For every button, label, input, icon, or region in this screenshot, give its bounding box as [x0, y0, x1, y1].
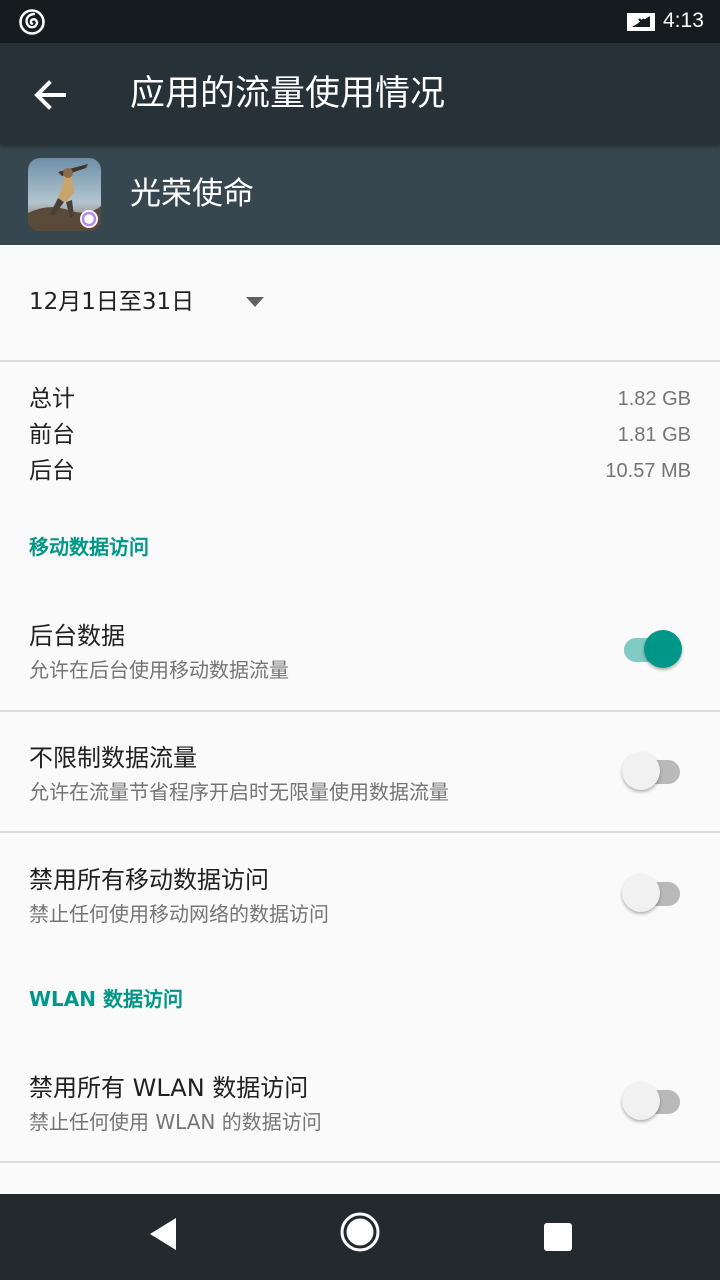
divider: [0, 360, 720, 362]
pref-disable-wlan-data[interactable]: 禁用所有 WLAN 数据访问 禁止任何使用 WLAN 的数据访问: [0, 1070, 720, 1180]
disable-wlan-data-switch[interactable]: [622, 1080, 684, 1122]
pref-summary: 禁止任何使用移动网络的数据访问: [29, 902, 329, 926]
netease-music-icon: [19, 9, 45, 35]
summary-label: 后台: [29, 458, 75, 484]
status-bar: 4:13: [0, 0, 720, 43]
arrow-back-icon[interactable]: [26, 71, 74, 119]
summary-value: 1.81 GB: [617, 424, 691, 446]
section-header-mobile: 移动数据访问: [29, 535, 149, 559]
summary-label: 总计: [29, 386, 75, 412]
divider: [0, 1161, 720, 1163]
switch-thumb: [622, 752, 660, 790]
pref-title: 禁用所有 WLAN 数据访问: [29, 1074, 309, 1102]
summary-row-foreground: 前台 1.81 GB: [0, 418, 720, 454]
app-header: 光荣使命: [0, 145, 720, 245]
toolbar: 应用的流量使用情况: [0, 43, 720, 145]
pref-summary: 允许在后台使用移动数据流量: [29, 658, 289, 682]
summary-row-total: 总计 1.82 GB: [0, 382, 720, 418]
pref-title: 后台数据: [29, 622, 125, 650]
unrestricted-data-switch[interactable]: [622, 750, 684, 792]
pref-title: 禁用所有移动数据访问: [29, 866, 269, 894]
pref-disable-mobile-data[interactable]: 禁用所有移动数据访问 禁止任何使用移动网络的数据访问: [0, 862, 720, 972]
summary-value: 1.82 GB: [617, 388, 691, 410]
pref-summary: 允许在流量节省程序开启时无限量使用数据流量: [29, 780, 449, 804]
summary-value: 10.57 MB: [605, 460, 691, 482]
cycle-label: 12月1日至31日: [29, 289, 195, 315]
summary-label: 前台: [29, 422, 75, 448]
summary-row-background: 后台 10.57 MB: [0, 454, 720, 490]
pref-title: 不限制数据流量: [29, 744, 197, 772]
divider: [0, 710, 720, 712]
dropdown-arrow-icon[interactable]: [244, 295, 266, 309]
nav-recents-icon[interactable]: [543, 1222, 573, 1252]
disable-mobile-data-switch[interactable]: [622, 872, 684, 914]
divider: [0, 831, 720, 833]
switch-thumb: [622, 1082, 660, 1120]
pref-summary: 禁止任何使用 WLAN 的数据访问: [29, 1110, 322, 1134]
section-header-wlan: WLAN 数据访问: [29, 987, 183, 1011]
cycle-selector[interactable]: 12月1日至31日: [0, 245, 720, 361]
nav-back-icon[interactable]: [146, 1214, 180, 1254]
signal-off-icon: [627, 13, 655, 31]
nav-home-icon[interactable]: [338, 1210, 382, 1254]
navigation-bar: [0, 1194, 720, 1280]
app-icon: [28, 158, 101, 231]
background-data-switch[interactable]: [622, 628, 684, 670]
switch-thumb: [644, 630, 682, 668]
page-title: 应用的流量使用情况: [130, 74, 446, 114]
switch-thumb: [622, 874, 660, 912]
pref-unrestricted-data[interactable]: 不限制数据流量 允许在流量节省程序开启时无限量使用数据流量: [0, 740, 720, 850]
app-name: 光荣使命: [130, 176, 254, 212]
status-time: 4:13: [663, 9, 704, 32]
